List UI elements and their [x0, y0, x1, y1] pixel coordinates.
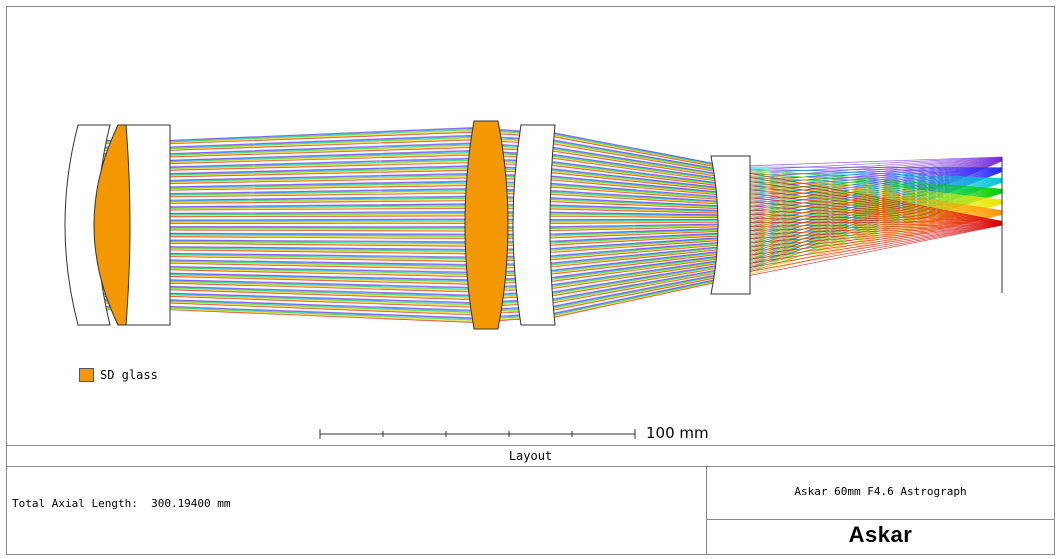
lens-layout-diagram	[64, 120, 1003, 439]
legend: SD glass	[79, 368, 158, 382]
total-axial-length: Total Axial Length: 300.19400 mm	[12, 497, 231, 510]
panel-title: Layout	[7, 445, 1054, 467]
legend-swatch	[79, 368, 94, 382]
legend-label: SD glass	[100, 368, 158, 382]
design-name: Askar 60mm F4.6 Astrograph	[794, 485, 967, 498]
lens-4-sd-glass	[464, 120, 509, 330]
lens-3-plate	[125, 124, 171, 326]
scale-bar-label: 100 mm	[646, 424, 709, 442]
info-divider-horizontal	[706, 519, 1054, 520]
lens-5-meniscus	[512, 124, 556, 326]
brand-logo: Askar	[848, 522, 913, 547]
scale-bar	[319, 429, 636, 439]
